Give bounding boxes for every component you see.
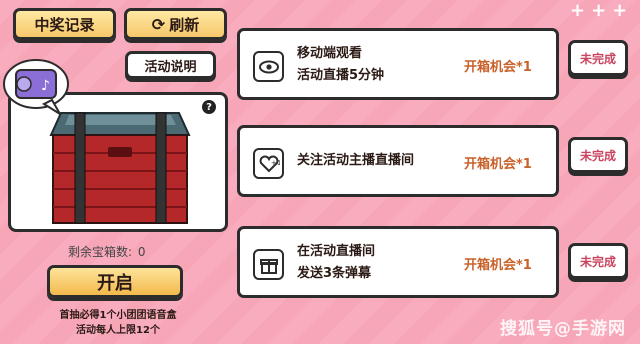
svg-text:+1: +1 (271, 159, 280, 167)
svg-text:♪: ♪ (41, 78, 50, 94)
task-reward: 开箱机会*1 (464, 258, 532, 273)
task-title-line1: 移动端观看 (297, 46, 363, 61)
rules-label: 活动说明 (144, 59, 197, 75)
win-record-button[interactable]: 中奖记录 (13, 8, 116, 40)
remaining-boxes: 剩余宝箱数: 0 (66, 243, 146, 260)
eye-icon (253, 51, 284, 82)
task-title-line2: 发送3条弹幕 (297, 266, 372, 281)
task-status-button[interactable]: 未完成 (568, 137, 628, 173)
task-card-danmaku: 在活动直播间 发送3条弹幕 开箱机会*1 (237, 226, 559, 298)
watermark: 搜狐号@手游网 (500, 319, 626, 339)
voice-box-bubble-icon: ♪ (3, 59, 69, 115)
gift-icon (253, 249, 284, 280)
remaining-count: 0 (137, 245, 146, 259)
task-status-button[interactable]: 未完成 (568, 40, 628, 76)
refresh-button[interactable]: ⟳ 刷新 (124, 8, 227, 40)
task-title-line2: 活动直播5分钟 (297, 68, 385, 83)
decorative-plus-marks: +++ (570, 0, 634, 21)
refresh-icon: ⟳ (151, 14, 166, 34)
task-status-label: 未完成 (579, 148, 616, 163)
task-status-label: 未完成 (579, 51, 616, 66)
task-reward: 开箱机会*1 (464, 157, 532, 172)
rules-button[interactable]: 活动说明 (125, 51, 216, 79)
win-record-label: 中奖记录 (34, 15, 95, 34)
task-status-button[interactable]: 未完成 (568, 243, 628, 279)
note-first-draw: 首抽必得1个小团团语音盒 (59, 310, 177, 321)
task-card-follow: +1 关注活动主播直播间 开箱机会*1 (237, 125, 559, 197)
open-box-button[interactable]: 开启 (47, 265, 183, 298)
note-limit: 活动每人上限12个 (76, 325, 160, 336)
task-title-line1: 在活动直播间 (297, 244, 376, 259)
task-card-watch: 移动端观看 活动直播5分钟 开箱机会*1 (237, 28, 559, 100)
heart-plus-icon: +1 (253, 148, 284, 179)
refresh-label: 刷新 (169, 15, 200, 34)
open-box-label: 开启 (97, 272, 133, 294)
task-reward: 开箱机会*1 (464, 60, 532, 75)
help-icon[interactable]: ? (202, 100, 216, 114)
task-status-label: 未完成 (579, 254, 616, 269)
task-title-line1: 关注活动主播直播间 (297, 153, 415, 168)
remaining-label: 剩余宝箱数: (68, 245, 133, 259)
